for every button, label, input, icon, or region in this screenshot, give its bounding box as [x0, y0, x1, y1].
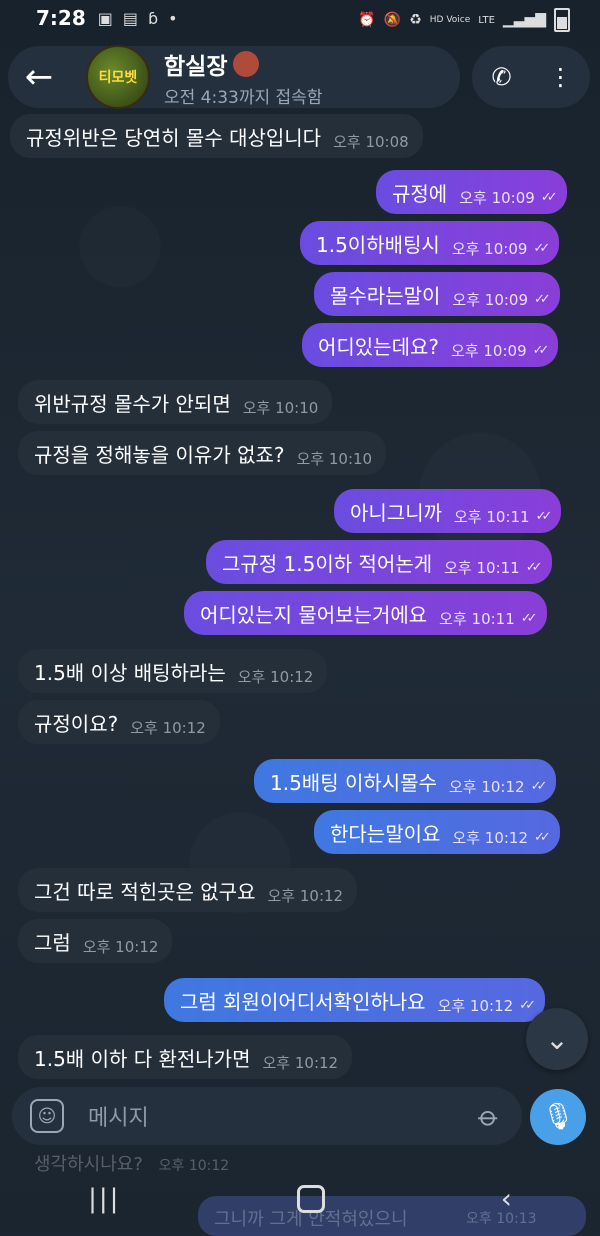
home-icon[interactable]: [296, 1184, 325, 1213]
dot-icon: •: [168, 8, 178, 28]
read-check-icon: ✓✓: [525, 559, 543, 575]
status-right: ⏰ 🔕 ♻ HD Voice LTE ▁▃▅▇: [358, 8, 570, 32]
emoji-sticker-icon[interactable]: ☺: [30, 1099, 64, 1133]
message-bubble[interactable]: 1.5배 이상 배팅하라는 오후 10:12: [18, 649, 328, 693]
system-navbar: ||| ‹: [0, 1164, 600, 1233]
scroll-down-button[interactable]: ⌄: [526, 1008, 588, 1070]
battery-icon: [554, 8, 570, 32]
alarm-icon: ⏰: [358, 12, 376, 28]
message-bubble[interactable]: 규정을 정해놓을 이유가 없죠? 오후 10:10: [18, 431, 387, 475]
read-check-icon: ✓✓: [519, 997, 536, 1013]
message-bubble[interactable]: 규정이요? 오후 10:12: [18, 700, 220, 744]
read-check-icon: ✓✓: [520, 610, 538, 626]
message-bubble[interactable]: 1.5배팅 이하시몰수 오후 10:12 ✓✓: [254, 759, 557, 803]
message-bubble[interactable]: 그럼 오후 10:12: [18, 919, 173, 963]
message-bubble[interactable]: 규정위반은 당연히 몰수 대상입니다 오후 10:08: [10, 114, 423, 158]
b-icon: ɓ: [148, 8, 159, 28]
message-bubble[interactable]: 위반규정 몰수가 안되면 오후 10:10: [18, 380, 333, 424]
message-bubble[interactable]: 아니그니까 오후 10:11 ✓✓: [334, 489, 562, 533]
message-bubble[interactable]: 몰수라는말이 오후 10:09 ✓✓: [314, 272, 560, 316]
mic-button[interactable]: 🎙: [530, 1089, 586, 1145]
lte-icon: LTE: [478, 14, 495, 26]
hd-voice-icon: HD Voice: [429, 15, 471, 25]
mute-icon: 🔕: [383, 12, 402, 28]
message-bubble[interactable]: 한다는말이요 오후 10:12 ✓✓: [314, 810, 560, 854]
recycle-icon: ♻: [409, 12, 422, 28]
nav-back-icon[interactable]: ‹: [501, 1182, 512, 1215]
read-check-icon: ✓✓: [534, 291, 551, 307]
recent-apps-icon[interactable]: |||: [88, 1184, 120, 1214]
header-actions: ✆ ⋮: [472, 46, 590, 108]
message-bubble[interactable]: 규정에 오후 10:09 ✓✓: [376, 170, 567, 214]
message-composer: ☺ 메시지 ⌀: [12, 1087, 522, 1145]
mic-icon: 🎙: [541, 1102, 575, 1132]
more-icon[interactable]: ⋮: [541, 63, 581, 91]
phone-icon[interactable]: ✆: [482, 63, 522, 91]
message-bubble[interactable]: 그규정 1.5이하 적어논게 오후 10:11 ✓✓: [206, 540, 552, 584]
signal-icon: ▁▃▅▇: [502, 12, 546, 28]
status-time: 7:28: [36, 6, 86, 30]
read-check-icon: ✓✓: [534, 829, 551, 845]
title-block[interactable]: 함실장 오전 4:33까지 접속함: [164, 47, 322, 108]
read-check-icon: ✓✓: [535, 508, 553, 524]
read-check-icon: ✓✓: [530, 778, 548, 794]
chat-header: ← 티모벳 함실장 오전 4:33까지 접속함: [8, 45, 460, 109]
read-check-icon: ✓✓: [532, 342, 550, 358]
back-button[interactable]: ←: [8, 46, 70, 108]
message-bubble[interactable]: 어디있는데요? 오후 10:09 ✓✓: [302, 323, 559, 367]
chat-title: 함실장: [164, 53, 228, 80]
avatar[interactable]: 티모벳: [86, 45, 150, 109]
read-check-icon: ✓✓: [540, 189, 558, 205]
message-bubble[interactable]: 어디있는지 물어보는거에요 오후 10:11 ✓✓: [184, 591, 547, 635]
message-icon: ▤: [122, 8, 138, 28]
message-bubble[interactable]: 1.5배 이하 다 환전나가면 오후 10:12: [18, 1035, 353, 1079]
read-check-icon: ✓✓: [533, 240, 550, 256]
message-input[interactable]: 메시지: [88, 1100, 481, 1132]
title-emoji-icon: [233, 50, 260, 77]
message-bubble[interactable]: 1.5이하배팅시 오후 10:09 ✓✓: [300, 221, 560, 265]
back-arrow-icon: ←: [24, 57, 54, 97]
message-bubble[interactable]: 그럼 회원이어디서확인하나요 오후 10:12 ✓✓: [164, 978, 545, 1022]
chevron-down-icon: ⌄: [545, 1022, 569, 1056]
image-icon: ▣: [97, 8, 113, 28]
chat-status: 오전 4:33까지 접속함: [164, 87, 323, 108]
message-bubble[interactable]: 그건 따로 적힌곳은 없구요 오후 10:12: [18, 868, 358, 912]
